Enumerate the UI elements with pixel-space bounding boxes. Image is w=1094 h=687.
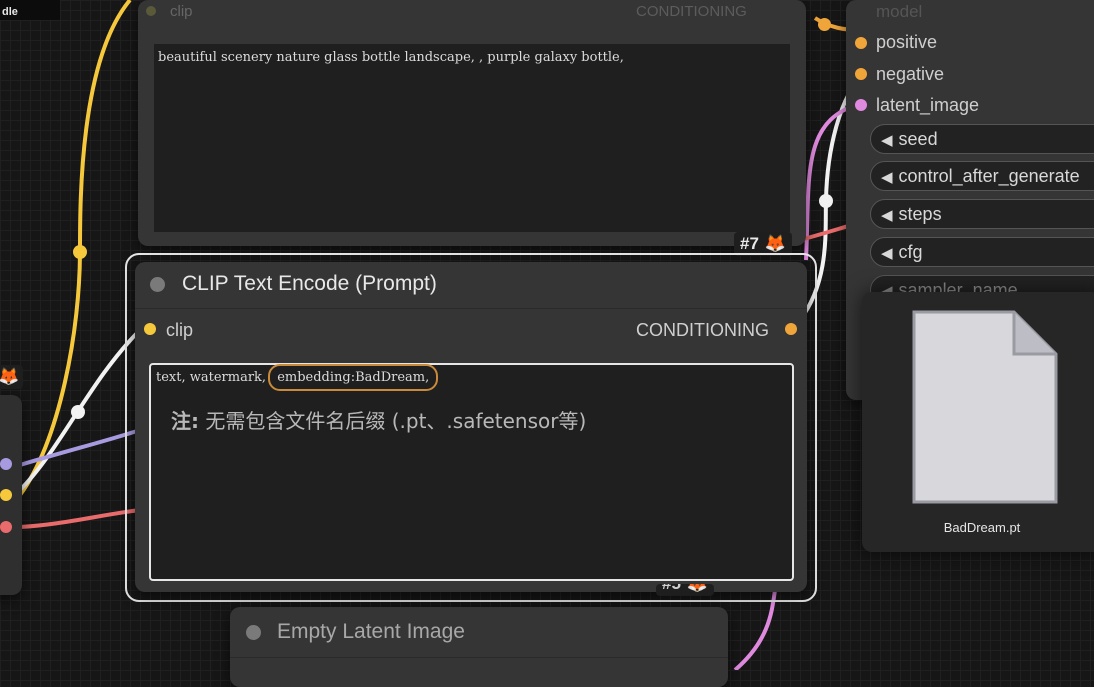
fox-icon: 🦊	[687, 584, 708, 593]
clip-node-body: CLIP Text Encode (Prompt) clip CONDITION…	[135, 262, 807, 592]
clip-node-title: CLIP Text Encode (Prompt)	[182, 272, 437, 295]
annotation-note: 注: 无需包含文件名后缀 (.pt、.safetensor等)	[171, 405, 586, 434]
wire-reroute-dot	[819, 194, 833, 208]
faded-input-label: clip	[170, 3, 193, 20]
steps-widget[interactable]: ◀ steps	[870, 199, 1094, 229]
latent-image-input-label: latent_image	[876, 95, 980, 115]
vae-wire-purple	[19, 428, 141, 467]
left-node-badge: 🦊	[0, 365, 24, 389]
file-overlay-panel: BadDream.pt	[862, 292, 1094, 552]
control-after-generate-widget[interactable]: ◀ control_after_generate	[870, 161, 1094, 191]
clip-input-dot[interactable]	[144, 323, 156, 335]
negative-input-dot[interactable]	[855, 68, 867, 80]
model-wire-red	[19, 508, 141, 529]
top-prompt-node: clip CONDITIONING beautiful scenery natu…	[138, 0, 806, 246]
top-prompt-textarea[interactable]: beautiful scenery nature glass bottle la…	[154, 44, 790, 232]
clip-prompt-textarea[interactable]: text, watermark, embedding:BadDream, 注: …	[149, 363, 794, 581]
decrement-arrow-icon[interactable]: ◀	[881, 207, 893, 224]
negative-input-label: negative	[876, 64, 945, 84]
collapse-dot-icon[interactable]	[150, 277, 165, 292]
fox-icon: 🦊	[0, 367, 20, 386]
seed-widget[interactable]: ◀ seed	[870, 124, 1094, 154]
cfg-widget[interactable]: ◀ cfg	[870, 237, 1094, 267]
node-id-badge-5: #5🦊	[656, 584, 715, 596]
top-node-input-dot[interactable]	[146, 6, 156, 16]
left-output-dot-yellow[interactable]	[0, 489, 12, 501]
clip-input-label: clip	[166, 320, 194, 340]
ksampler-top-dot[interactable]	[818, 18, 831, 31]
latent-image-input-dot[interactable]	[855, 99, 867, 111]
faded-title: model	[876, 2, 923, 21]
decrement-arrow-icon[interactable]: ◀	[881, 132, 893, 149]
note-text: 无需包含文件名后缀 (.pt、.safetensor等)	[199, 409, 587, 433]
latent-wire-pink-bottom	[733, 589, 777, 670]
positive-input-label: positive	[876, 32, 938, 52]
empty-latent-title: Empty Latent Image	[277, 620, 465, 643]
left-output-dot-purple[interactable]	[0, 458, 12, 470]
decrement-arrow-icon[interactable]: ◀	[881, 245, 893, 262]
prompt-text-prefix: text, watermark,	[156, 370, 271, 385]
fox-icon: 🦊	[764, 234, 787, 253]
empty-latent-image-node[interactable]: Empty Latent Image	[230, 607, 728, 687]
clip-node-header: CLIP Text Encode (Prompt)	[135, 262, 807, 309]
wire-reroute-dot	[73, 245, 87, 259]
collapse-dot-icon[interactable]	[246, 625, 261, 640]
left-output-dot-red[interactable]	[0, 521, 12, 533]
conditioning-output-label: CONDITIONING	[636, 320, 769, 340]
conditioning-output-dot[interactable]	[785, 323, 797, 335]
faded-output-label: CONDITIONING	[636, 3, 747, 20]
positive-input-dot[interactable]	[855, 37, 867, 49]
note-label: 注:	[171, 409, 199, 433]
decrement-arrow-icon[interactable]: ◀	[881, 169, 893, 186]
document-file-icon	[912, 310, 1058, 504]
file-name-label: BadDream.pt	[943, 520, 1021, 535]
embedding-token-highlight: embedding:BadDream,	[268, 364, 439, 391]
node-header-divider	[230, 657, 728, 658]
wire-reroute-dot	[71, 405, 85, 419]
